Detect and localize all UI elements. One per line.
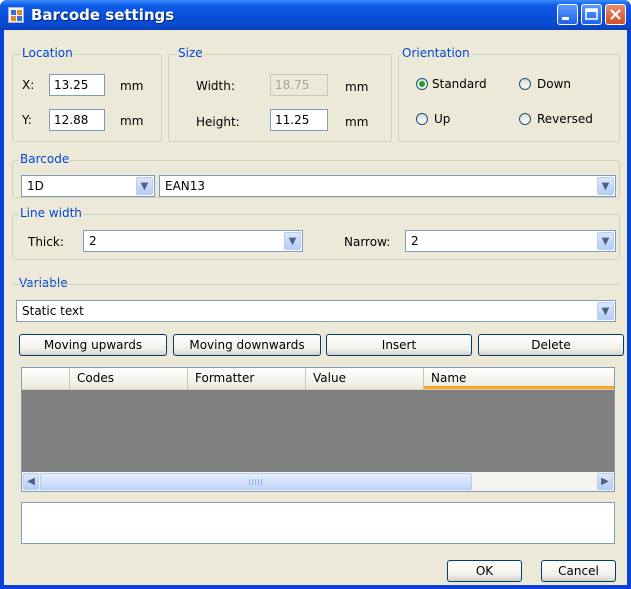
radio-reversed-label[interactable]: Reversed (537, 112, 593, 126)
barcode-kind-select[interactable]: 1D ▼ (21, 175, 155, 197)
x-unit-label: mm (120, 79, 144, 93)
moving-downwards-button[interactable]: Moving downwards (173, 334, 321, 356)
variable-separator (12, 284, 620, 285)
radio-up-label[interactable]: Up (434, 112, 450, 126)
scroll-right-icon[interactable]: ▶ (597, 473, 613, 490)
cancel-button[interactable]: Cancel (541, 560, 616, 582)
scroll-left-icon[interactable]: ◀ (23, 473, 39, 490)
variables-grid[interactable]: Codes Formatter Value Name ◀ ▶ (21, 367, 615, 492)
width-label: Width: (196, 79, 235, 93)
delete-button[interactable]: Delete (478, 334, 624, 356)
close-button[interactable] (605, 4, 626, 25)
moving-upwards-button[interactable]: Moving upwards (19, 334, 167, 356)
grid-header: Codes Formatter Value Name (22, 368, 614, 390)
maximize-icon (585, 8, 598, 20)
maximize-button[interactable] (581, 4, 602, 25)
radio-standard-label[interactable]: Standard (432, 77, 487, 91)
variable-source-value: Static text (22, 304, 84, 318)
chevron-down-icon[interactable]: ▼ (597, 232, 614, 250)
thick-select[interactable]: 2 ▼ (83, 230, 303, 252)
line-width-caption: Line width (19, 206, 83, 220)
narrow-select[interactable]: 2 ▼ (405, 230, 616, 252)
dialog-window: Barcode settings Location X: 13.25 mm Y:… (0, 0, 631, 589)
grid-horizontal-scrollbar[interactable]: ◀ ▶ (22, 472, 614, 491)
chevron-down-icon[interactable]: ▼ (284, 232, 301, 250)
chevron-down-icon[interactable]: ▼ (136, 177, 153, 195)
y-input[interactable]: 12.88 (49, 109, 105, 131)
grid-row-header-corner (22, 368, 70, 389)
insert-button[interactable]: Insert (326, 334, 472, 356)
orientation-group (398, 54, 620, 142)
radio-down[interactable] (519, 78, 531, 90)
scroll-thumb[interactable] (40, 473, 472, 490)
x-label: X: (22, 78, 35, 92)
height-label: Height: (196, 115, 240, 129)
location-caption: Location (21, 46, 74, 60)
radio-reversed[interactable] (519, 113, 531, 125)
chevron-down-icon[interactable]: ▼ (597, 302, 614, 320)
orientation-caption: Orientation (401, 46, 471, 60)
column-header-name[interactable]: Name (424, 368, 614, 389)
column-header-codes[interactable]: Codes (70, 368, 188, 389)
y-unit-label: mm (120, 114, 144, 128)
barcode-kind-value: 1D (27, 179, 44, 193)
window-title: Barcode settings (31, 6, 175, 24)
close-icon (610, 9, 621, 20)
ok-button[interactable]: OK (447, 560, 522, 582)
thick-value: 2 (89, 234, 97, 248)
height-input[interactable]: 11.25 (270, 109, 328, 131)
minimize-button[interactable] (557, 4, 578, 25)
barcode-type-select[interactable]: EAN13 ▼ (159, 175, 616, 197)
column-header-formatter[interactable]: Formatter (188, 368, 306, 389)
width-input: 18.75 (270, 74, 328, 96)
size-caption: Size (177, 46, 204, 60)
radio-up[interactable] (416, 113, 428, 125)
radio-standard[interactable] (416, 78, 428, 90)
dialog-client-area: Location X: 13.25 mm Y: 12.88 mm Size Wi… (4, 30, 627, 585)
barcode-app-icon (8, 7, 24, 23)
barcode-type-value: EAN13 (165, 179, 206, 193)
column-header-value[interactable]: Value (306, 368, 424, 389)
variable-source-select[interactable]: Static text ▼ (16, 300, 616, 322)
x-input[interactable]: 13.25 (49, 74, 105, 96)
narrow-label: Narrow: (344, 235, 391, 249)
y-label: Y: (22, 113, 32, 127)
thick-label: Thick: (28, 235, 64, 249)
minimize-icon (562, 17, 569, 20)
text-preview-box[interactable] (21, 502, 615, 544)
height-unit-label: mm (345, 115, 369, 129)
title-bar[interactable]: Barcode settings (0, 0, 631, 30)
chevron-down-icon[interactable]: ▼ (597, 177, 614, 195)
narrow-value: 2 (411, 234, 419, 248)
radio-down-label[interactable]: Down (537, 77, 571, 91)
barcode-caption: Barcode (19, 152, 71, 166)
width-unit-label: mm (345, 80, 369, 94)
